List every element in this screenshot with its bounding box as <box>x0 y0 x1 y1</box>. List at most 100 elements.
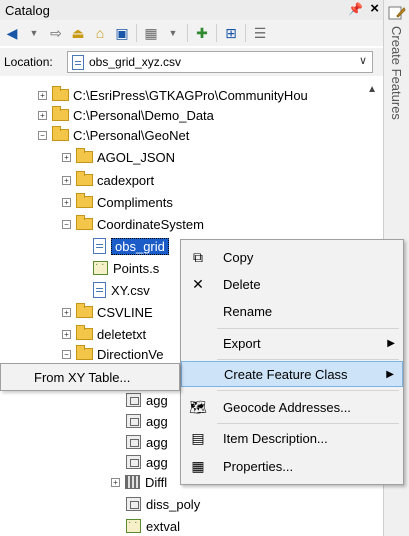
expand-icon[interactable]: + <box>38 90 47 100</box>
connect-folder-icon[interactable]: ▣ <box>114 23 130 43</box>
tree-item-label: C:\Personal\Demo_Data <box>73 107 214 123</box>
location-label: Location: <box>4 55 53 69</box>
up-one-level-icon[interactable]: ⏏ <box>70 23 86 43</box>
geocode-icon: 🗺 <box>189 398 207 415</box>
context-menu: ⧉ Copy ✕ Delete Rename Export ▶ Create F… <box>180 239 404 485</box>
feature-class-icon <box>126 393 141 407</box>
pin-icon[interactable]: 📌 <box>348 2 363 16</box>
tree-item-label: DirectionVe <box>97 346 164 362</box>
catalog-toolbar: ◀ ▼ ⇨ ⏏ ⌂ ▣ ▦ ▼ ✚ ⊞ ☰ <box>0 20 383 46</box>
folder-icon <box>52 86 69 101</box>
submenu-arrow-icon: ▶ <box>386 368 394 380</box>
tree-item-label: agg <box>146 454 168 470</box>
expand-icon[interactable]: + <box>62 307 71 317</box>
expand-icon[interactable]: + <box>111 477 120 487</box>
create-features-icon <box>388 6 406 20</box>
tree-item-coordinatesystem[interactable]: − CoordinateSystem <box>0 214 383 234</box>
catalog-title-bar: Catalog 📌 × <box>0 0 383 20</box>
collapse-icon[interactable]: − <box>38 130 47 140</box>
tree-item-label: agg <box>146 413 168 429</box>
feature-class-icon <box>126 455 141 469</box>
folder-icon <box>52 106 69 121</box>
collapse-icon[interactable]: − <box>62 219 71 229</box>
menu-item-label: Delete <box>223 276 261 292</box>
tree-item-agol-json[interactable]: + AGOL_JSON <box>0 147 383 167</box>
tree-item-diss-poly[interactable]: diss_poly <box>0 494 383 514</box>
menu-item-label: Copy <box>223 249 254 265</box>
menu-item-label: Export <box>223 335 261 351</box>
tree-item-label: Compliments <box>97 194 173 210</box>
tree-view-icon[interactable]: ⊞ <box>223 23 239 43</box>
toolbar-separator <box>187 24 188 42</box>
menu-item-item-description[interactable]: ▤ Item Description... <box>181 425 403 451</box>
view-dropdown-icon[interactable]: ▼ <box>165 23 181 43</box>
folder-icon <box>76 325 93 340</box>
feature-class-icon <box>126 497 141 511</box>
folder-icon <box>76 171 93 186</box>
expand-icon[interactable]: + <box>38 110 47 120</box>
menu-separator <box>217 328 399 329</box>
menu-item-label: Item Description... <box>223 430 328 446</box>
tree-item-geonet[interactable]: − C:\Personal\GeoNet <box>0 125 383 145</box>
expand-icon[interactable]: + <box>62 329 71 339</box>
tree-item-label: agg <box>146 434 168 450</box>
properties-icon: ▦ <box>191 457 205 474</box>
tree-item-label: AGOL_JSON <box>97 149 176 165</box>
toolbar-separator <box>136 24 137 42</box>
toolbar-separator <box>216 24 217 42</box>
add-connection-icon[interactable]: ✚ <box>194 23 210 43</box>
menu-item-create-feature-class[interactable]: Create Feature Class ▶ <box>181 361 403 387</box>
csv-file-icon <box>93 238 106 254</box>
menu-item-rename[interactable]: Rename <box>181 298 403 324</box>
back-arrow-icon[interactable]: ◀ <box>4 23 20 43</box>
forward-arrow-icon[interactable]: ⇨ <box>48 23 64 43</box>
close-button[interactable]: × <box>370 0 379 17</box>
details-view-icon[interactable]: ☰ <box>252 23 268 43</box>
tree-item-demo-data[interactable]: + C:\Personal\Demo_Data <box>0 105 383 125</box>
menu-item-delete[interactable]: ✕ Delete <box>181 271 403 297</box>
create-feature-class-submenu[interactable]: From XY Table... <box>0 363 180 391</box>
expand-icon[interactable]: + <box>62 152 71 162</box>
location-bar: Location: obs_grid_xyz.csv ∨ <box>0 48 383 76</box>
tree-item-label: cadexport <box>97 172 155 188</box>
menu-item-copy[interactable]: ⧉ Copy <box>181 244 403 270</box>
folder-icon <box>52 126 69 141</box>
menu-item-label: Rename <box>223 303 273 319</box>
menu-separator <box>217 390 399 391</box>
tree-item-label: deletetxt <box>97 326 147 342</box>
folder-icon <box>76 215 93 230</box>
back-dropdown-icon[interactable]: ▼ <box>26 23 42 43</box>
collapse-icon[interactable]: − <box>62 349 71 359</box>
menu-item-export[interactable]: Export ▶ <box>181 330 403 356</box>
submenu-item-from-xy-table[interactable]: From XY Table... <box>34 370 130 385</box>
location-combobox[interactable]: obs_grid_xyz.csv ∨ <box>67 51 373 73</box>
point-feature-icon <box>126 517 141 533</box>
expand-icon[interactable]: + <box>62 175 71 185</box>
tree-item-compliments[interactable]: + Compliments <box>0 192 383 212</box>
tree-item-label: CSVLINE <box>97 304 153 320</box>
item-description-icon: ▤ <box>191 429 205 446</box>
tree-item-label: Points.s <box>113 260 160 276</box>
tree-item-label: diss_poly <box>146 496 201 512</box>
file-icon <box>72 54 84 70</box>
submenu-arrow-icon: ▶ <box>387 337 395 349</box>
tree-item-label: C:\EsriPress\GTKAGPro\CommunityHou <box>73 87 308 103</box>
home-folder-icon[interactable]: ⌂ <box>92 23 108 43</box>
menu-item-properties[interactable]: ▦ Properties... <box>181 453 403 479</box>
tree-item-label: CoordinateSystem <box>97 216 204 232</box>
tree-item-label-selected: obs_grid <box>111 237 169 255</box>
location-value: obs_grid_xyz.csv <box>89 55 182 69</box>
tree-item-cadexport[interactable]: + cadexport <box>0 170 383 190</box>
tree-item-label: agg <box>146 392 168 408</box>
tree-item-extval[interactable]: extval <box>0 516 383 536</box>
folder-icon <box>76 345 93 360</box>
menu-item-geocode-addresses[interactable]: 🗺 Geocode Addresses... <box>181 394 403 420</box>
view-grid-icon[interactable]: ▦ <box>143 23 159 43</box>
chevron-down-icon[interactable]: ∨ <box>359 54 367 67</box>
tree-item-label: Diffl <box>145 474 168 490</box>
expand-icon[interactable]: + <box>62 197 71 207</box>
tree-item-communityhou[interactable]: + C:\EsriPress\GTKAGPro\CommunityHou <box>0 85 383 105</box>
create-features-label: Create Features <box>389 26 404 120</box>
menu-separator <box>217 359 399 360</box>
csv-file-icon <box>93 282 106 298</box>
